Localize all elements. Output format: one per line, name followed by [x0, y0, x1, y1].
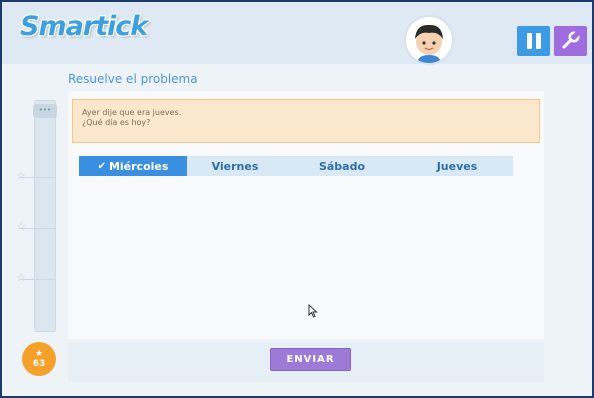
option-label: Jueves — [436, 159, 478, 173]
option-jueves[interactable]: Jueves — [401, 156, 513, 176]
problem-line-1: Ayer dije que era jueves. — [82, 108, 182, 117]
star-count-badge: ★ 63 — [22, 342, 56, 376]
exercise-title: Resuelve el problema — [68, 72, 198, 86]
pause-button[interactable] — [517, 26, 550, 56]
option-label: Sábado — [318, 159, 366, 173]
pause-icon-bar — [535, 33, 541, 49]
problem-line-2: ¿Qué día es hoy? — [82, 118, 151, 127]
option-sabado[interactable]: Sábado — [283, 156, 401, 176]
submit-button[interactable]: ENVIAR — [270, 348, 351, 371]
option-label: Miércoles — [108, 159, 169, 173]
tools-button[interactable] — [554, 26, 587, 56]
problem-statement: Ayer dije que era jueves. ¿Qué día es ho… — [72, 99, 540, 143]
option-miercoles[interactable]: ✔ Miércoles — [79, 156, 187, 176]
option-viernes[interactable]: Viernes — [187, 156, 283, 176]
checkmark-icon: ✔ — [97, 160, 106, 172]
pause-icon — [526, 33, 532, 49]
progress-arrow-icon: ☆ — [16, 271, 26, 284]
progress-rail-top: ••• — [33, 104, 57, 118]
wrench-icon — [562, 31, 580, 49]
progress-arrow-icon: ☆ — [16, 220, 26, 233]
boy-avatar-icon[interactable] — [404, 15, 454, 65]
star-icon: ★ — [34, 349, 44, 359]
option-label: Viernes — [211, 159, 259, 173]
progress-arrow-icon: ☆ — [16, 169, 26, 182]
star-count: 63 — [32, 359, 46, 369]
progress-rail — [34, 100, 56, 332]
logo: Smartick — [20, 11, 148, 42]
mouse-cursor-icon — [308, 303, 318, 321]
app-frame: Smartick ••• ☆ ☆ ☆ ★ 63 Resuelve el prob… — [0, 0, 594, 398]
answer-options: ✔ Miércoles Viernes Sábado Jueves — [79, 156, 513, 176]
